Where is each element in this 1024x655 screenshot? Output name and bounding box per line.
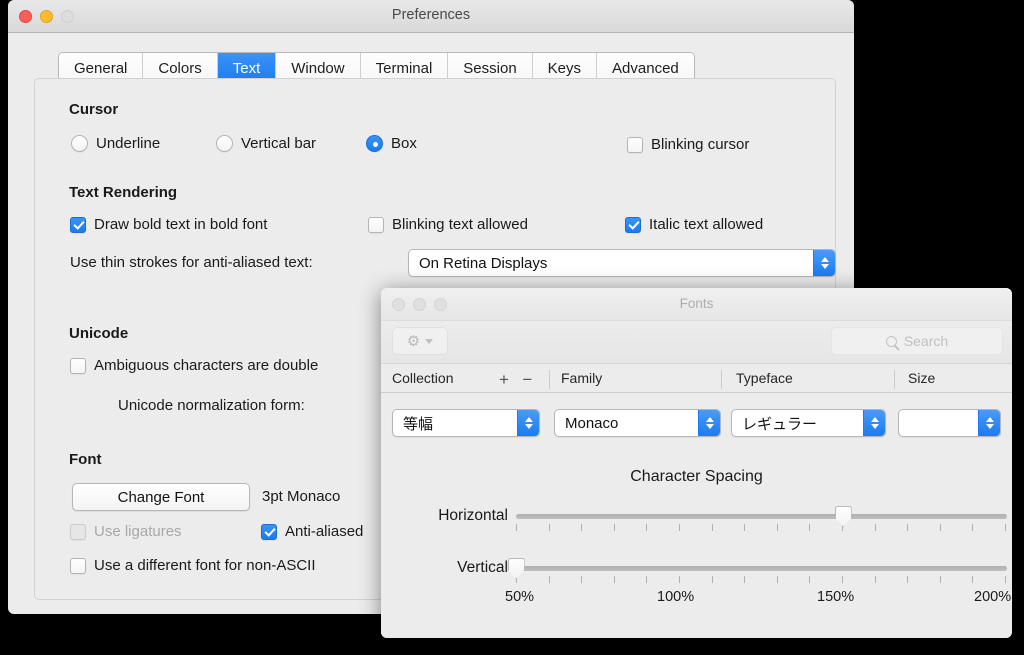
scale-label-200: 200% [974,589,1012,605]
thin-strokes-popup[interactable]: On Retina Displays [408,249,836,277]
checkbox-draw-bold-text[interactable]: Draw bold text in bold font [70,216,267,233]
fonts-column-headers: Collection + − Family Typeface Size [381,364,1012,393]
radio-vertical-bar[interactable]: Vertical bar [216,135,316,152]
checkbox-blinking-cursor-control[interactable] [627,136,643,153]
search-input[interactable]: Search [831,327,1003,355]
preferences-titlebar[interactable]: Preferences [8,0,854,33]
checkbox-draw-bold-text-label: Draw bold text in bold font [94,216,268,233]
checkbox-anti-aliased-control[interactable] [261,523,277,540]
checkbox-anti-aliased[interactable]: Anti-aliased [261,523,363,540]
vertical-slider-ticks [516,576,1007,583]
radio-box-label: Box [391,135,417,152]
window-title: Preferences [391,7,471,23]
checkbox-italic-text-label: Italic text allowed [649,216,764,233]
radio-underline-label: Underline [96,135,161,152]
typeface-value: レギュラー [742,415,818,433]
size-stepper-icon[interactable] [978,410,1000,436]
horizontal-slider-ticks [516,524,1007,531]
checkbox-ambiguous-characters-label: Ambiguous characters are double [94,357,319,374]
horizontal-slider-track[interactable] [516,514,1007,519]
radio-vertical-bar-control[interactable] [216,135,233,152]
radio-box[interactable]: Box [366,135,417,152]
radio-vertical-bar-label: Vertical bar [241,135,317,152]
fonts-window-title: Fonts [679,296,714,311]
chevron-down-icon [425,338,434,344]
typeface-popup[interactable]: レギュラー [731,409,886,437]
add-remove-collection-icons[interactable]: + − [499,370,538,390]
change-font-button[interactable]: Change Font [72,483,250,511]
column-header-size[interactable]: Size [908,370,935,386]
text-rendering-section-heading: Text Rendering [69,184,178,201]
checkbox-draw-bold-text-control[interactable] [70,216,86,233]
vertical-slider-label: Vertical [457,559,508,576]
change-font-button-label: Change Font [117,488,205,506]
checkbox-ambiguous-characters-control[interactable] [70,357,86,374]
fonts-toolbar: ⚙ Search [381,321,1012,364]
fonts-titlebar[interactable]: Fonts [381,288,1012,321]
checkbox-different-font-non-ascii-control[interactable] [70,557,86,574]
fonts-body: 等幅 Monaco レギュラー Character Spacing Horizo… [381,393,1012,638]
checkbox-blinking-text-control[interactable] [368,216,384,233]
cursor-section-heading: Cursor [69,101,119,118]
unicode-section-heading: Unicode [69,325,129,342]
checkbox-different-font-non-ascii-label: Use a different font for non-ASCII [94,557,316,574]
radio-underline[interactable]: Underline [71,135,160,152]
horizontal-slider-label: Horizontal [438,507,508,524]
column-header-typeface[interactable]: Typeface [736,370,793,386]
checkbox-italic-text-control[interactable] [625,216,641,233]
checkbox-blinking-text-label: Blinking text allowed [392,216,528,233]
checkbox-different-font-non-ascii[interactable]: Use a different font for non-ASCII [70,557,316,574]
unicode-normalization-label: Unicode normalization form: [118,397,305,414]
typeface-stepper-icon[interactable] [863,410,885,436]
collection-value: 等幅 [403,415,434,433]
search-icon [885,335,897,347]
family-value: Monaco [565,414,619,432]
collection-popup[interactable]: 等幅 [392,409,540,437]
checkbox-blinking-cursor[interactable]: Blinking cursor [627,136,749,153]
checkbox-anti-aliased-label: Anti-aliased [285,523,364,540]
checkbox-blinking-cursor-label: Blinking cursor [651,136,750,153]
font-section-heading: Font [69,451,102,468]
fonts-window: Fonts ⚙ Search Collection + − Family Typ… [381,288,1012,638]
scale-label-100: 100% [657,589,695,605]
checkbox-use-ligatures[interactable]: Use ligatures [70,523,182,540]
current-font-value: 3pt Monaco [262,488,341,505]
checkbox-italic-text[interactable]: Italic text allowed [625,216,763,233]
gear-icon[interactable]: ⚙ [392,327,448,355]
collection-stepper-icon[interactable] [517,410,539,436]
checkbox-ambiguous-characters[interactable]: Ambiguous characters are double [70,357,318,374]
checkbox-use-ligatures-control[interactable] [70,523,86,540]
screen: Preferences General Colors Text Window T… [0,0,1024,655]
thin-strokes-value: On Retina Displays [419,254,548,272]
vertical-slider-track[interactable] [516,566,1007,571]
family-stepper-icon[interactable] [698,410,720,436]
radio-box-control[interactable] [366,135,383,152]
character-spacing-title: Character Spacing [630,468,763,485]
column-header-collection[interactable]: Collection [392,370,453,386]
scale-label-50: 50% [505,589,535,605]
radio-underline-control[interactable] [71,135,88,152]
column-header-family[interactable]: Family [561,370,602,386]
checkbox-blinking-text[interactable]: Blinking text allowed [368,216,528,233]
checkbox-use-ligatures-label: Use ligatures [94,523,182,540]
thin-strokes-stepper-icon[interactable] [813,250,835,276]
thin-strokes-label: Use thin strokes for anti-aliased text: [70,254,313,271]
scale-label-150: 150% [817,589,855,605]
search-placeholder: Search [903,333,949,349]
family-popup[interactable]: Monaco [554,409,721,437]
size-popup[interactable] [898,409,1001,437]
gear-glyph-icon: ⚙ [406,332,421,350]
